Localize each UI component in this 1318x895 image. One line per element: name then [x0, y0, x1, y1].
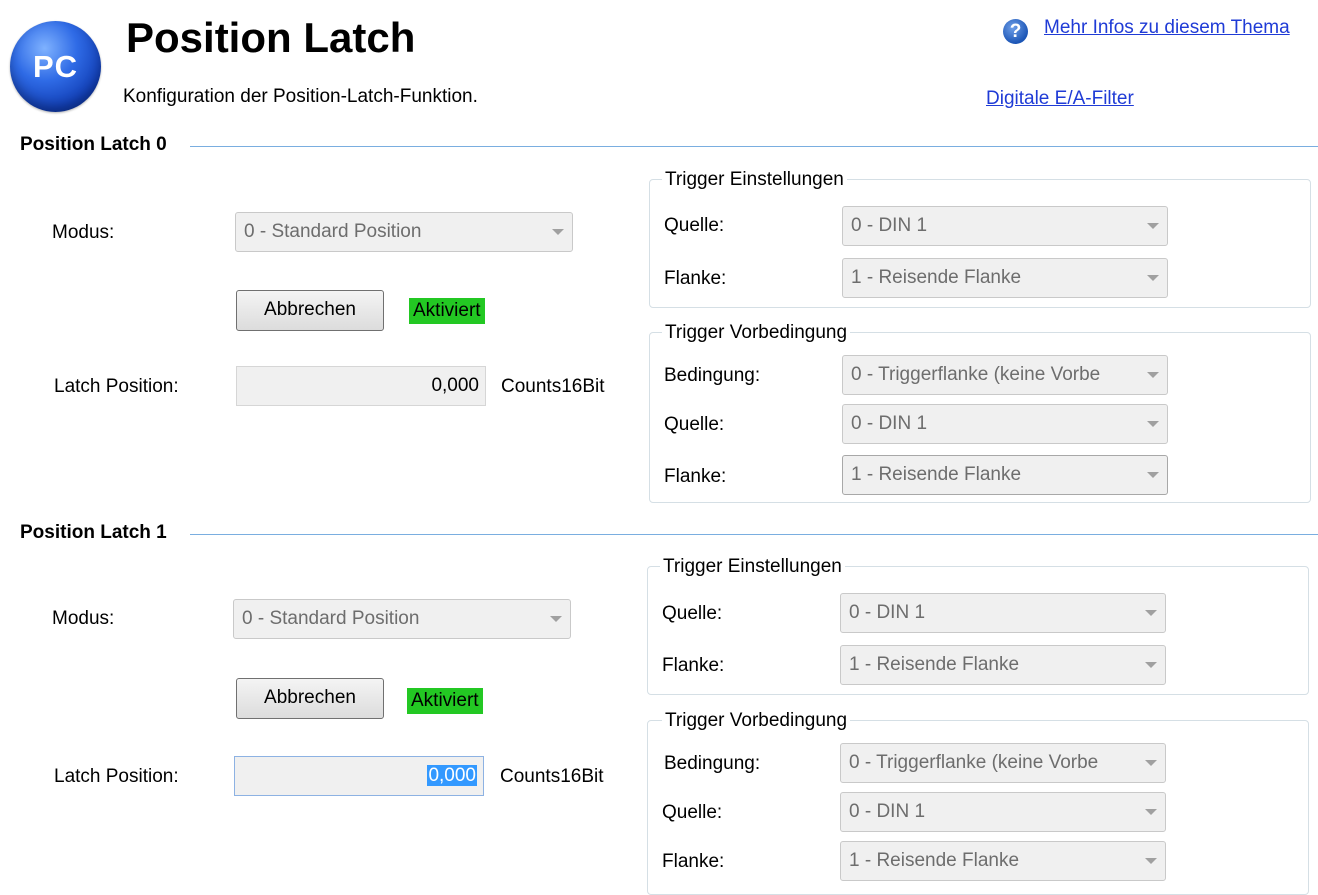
logo-text: PC	[32, 49, 79, 84]
chevron-down-icon	[1147, 372, 1159, 378]
latch-position-field-latch-0[interactable]: 0,000	[236, 366, 486, 406]
mode-select-latch-0[interactable]: 0 - Standard Position	[235, 212, 573, 252]
select-value: 0 - DIN 1	[851, 413, 928, 434]
chevron-down-icon	[1147, 275, 1159, 281]
mode-select-value: 0 - Standard Position	[242, 608, 420, 629]
status-badge-latch-0: Aktiviert	[409, 298, 485, 324]
source-label: Quelle:	[664, 215, 725, 236]
mode-label: Modus:	[52, 222, 115, 243]
select-value: 1 - Reisende Flanke	[849, 850, 1020, 871]
edge-label: Flanke:	[664, 466, 727, 487]
chevron-down-icon	[1147, 421, 1159, 427]
help-icon[interactable]: ?	[1003, 19, 1028, 44]
chevron-down-icon	[1145, 809, 1157, 815]
chevron-down-icon	[1147, 472, 1159, 478]
select-value: 0 - Triggerflanke (keine Vorbe	[849, 752, 1099, 773]
edge-label: Flanke:	[662, 851, 725, 872]
page-title: Position Latch	[126, 14, 416, 61]
select-value: 0 - Triggerflanke (keine Vorbe	[851, 364, 1101, 385]
select-value: 1 - Reisende Flanke	[851, 267, 1022, 288]
source-label: Quelle:	[664, 414, 725, 435]
section-title-latch-0: Position Latch 0	[20, 134, 171, 156]
select-value: 0 - DIN 1	[849, 602, 926, 623]
select-value: 1 - Reisende Flanke	[849, 654, 1020, 675]
latch-position-value: 0,000	[427, 765, 477, 786]
source-label: Quelle:	[662, 603, 723, 624]
select-value: 0 - DIN 1	[851, 215, 928, 236]
condition-label: Bedingung:	[664, 365, 761, 386]
precondition-edge-select-latch-1[interactable]: 1 - Reisende Flanke	[840, 841, 1166, 881]
source-label: Quelle:	[662, 802, 723, 823]
help-link[interactable]: Mehr Infos zu diesem Thema	[1044, 17, 1290, 39]
latch-position-label: Latch Position:	[54, 376, 179, 397]
edge-label: Flanke:	[664, 268, 727, 289]
trigger-source-select-latch-1[interactable]: 0 - DIN 1	[840, 593, 1166, 633]
precondition-source-select-latch-1[interactable]: 0 - DIN 1	[840, 792, 1166, 832]
digital-io-filter-link[interactable]: Digitale E/A-Filter	[986, 88, 1134, 110]
chevron-down-icon	[1145, 858, 1157, 864]
section-divider	[190, 146, 1318, 147]
select-value: 0 - DIN 1	[849, 801, 926, 822]
chevron-down-icon	[1147, 223, 1159, 229]
latch-position-value: 0,000	[431, 375, 479, 396]
cancel-button-latch-1[interactable]: Abbrechen	[236, 678, 384, 719]
chevron-down-icon	[1145, 760, 1157, 766]
trigger-edge-select-latch-0[interactable]: 1 - Reisende Flanke	[842, 258, 1168, 298]
latch-position-label: Latch Position:	[54, 766, 179, 787]
trigger-source-select-latch-0[interactable]: 0 - DIN 1	[842, 206, 1168, 246]
group-title: Trigger Vorbedingung	[662, 710, 851, 732]
unit-label: Counts16Bit	[501, 376, 605, 397]
edge-label: Flanke:	[662, 655, 725, 676]
cancel-button-latch-0[interactable]: Abbrechen	[236, 290, 384, 331]
latch-position-field-latch-1[interactable]: 0,000	[234, 756, 484, 796]
condition-label: Bedingung:	[664, 753, 761, 774]
precondition-edge-select-latch-0[interactable]: 1 - Reisende Flanke	[842, 455, 1168, 495]
chevron-down-icon	[552, 229, 564, 235]
section-divider	[190, 534, 1318, 535]
condition-select-latch-1[interactable]: 0 - Triggerflanke (keine Vorbe	[840, 743, 1166, 783]
group-title: Trigger Einstellungen	[662, 169, 847, 191]
trigger-edge-select-latch-1[interactable]: 1 - Reisende Flanke	[840, 645, 1166, 685]
status-badge-latch-1: Aktiviert	[407, 688, 483, 714]
chevron-down-icon	[550, 616, 562, 622]
section-title-latch-1: Position Latch 1	[20, 522, 171, 544]
mode-label: Modus:	[52, 608, 115, 629]
precondition-source-select-latch-0[interactable]: 0 - DIN 1	[842, 404, 1168, 444]
pc-logo-icon: PC	[10, 21, 101, 112]
page-subtitle: Konfiguration der Position-Latch-Funktio…	[123, 86, 478, 107]
select-value: 1 - Reisende Flanke	[851, 464, 1022, 485]
unit-label: Counts16Bit	[500, 766, 604, 787]
chevron-down-icon	[1145, 662, 1157, 668]
group-title: Trigger Vorbedingung	[662, 322, 851, 344]
group-title: Trigger Einstellungen	[660, 556, 845, 578]
chevron-down-icon	[1145, 610, 1157, 616]
mode-select-value: 0 - Standard Position	[244, 221, 422, 242]
condition-select-latch-0[interactable]: 0 - Triggerflanke (keine Vorbe	[842, 355, 1168, 395]
mode-select-latch-1[interactable]: 0 - Standard Position	[233, 599, 571, 639]
